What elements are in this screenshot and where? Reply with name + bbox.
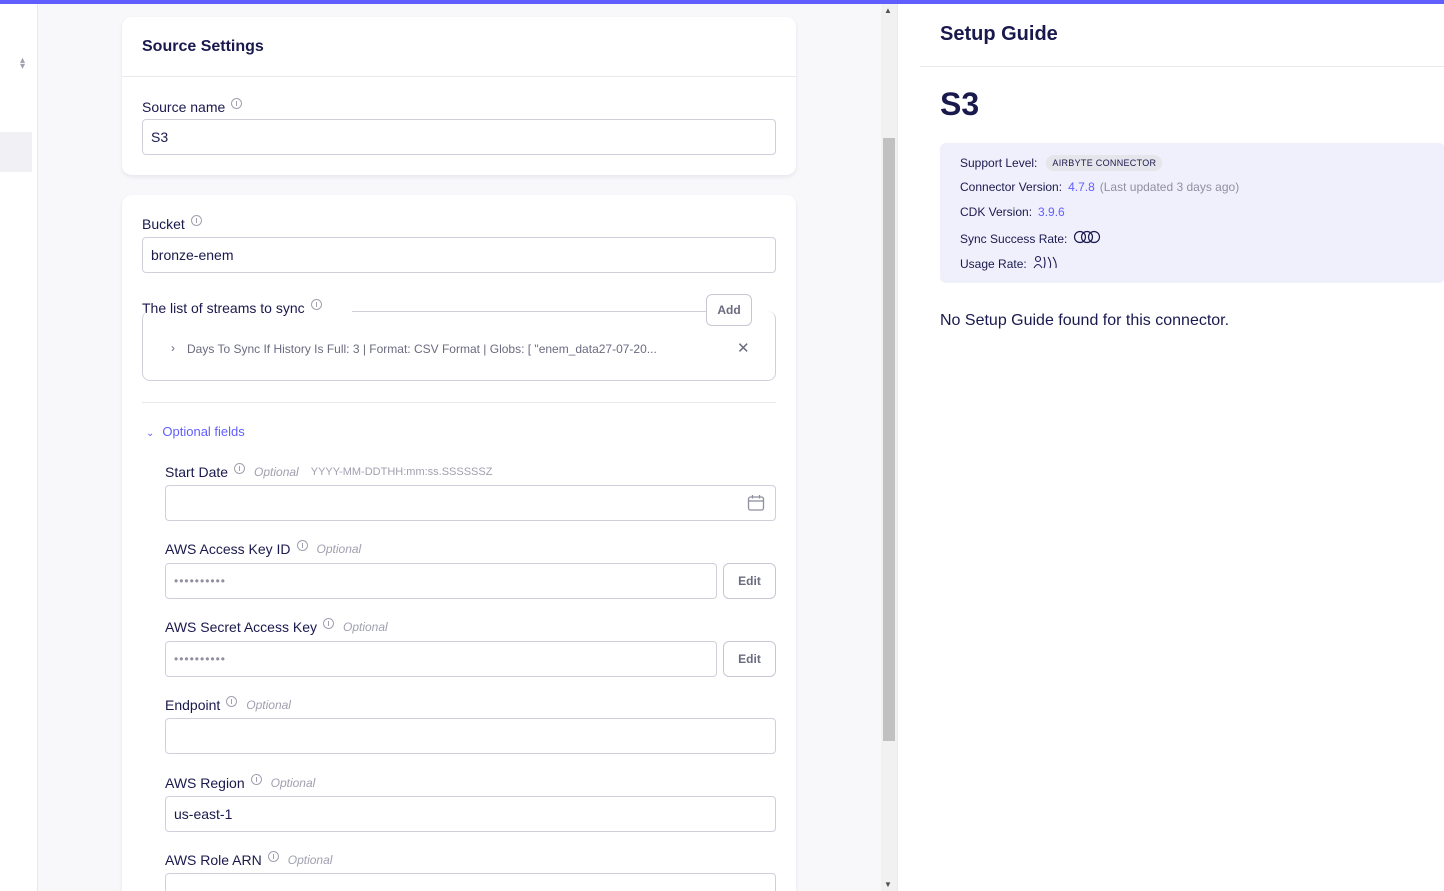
usage-rate-label: Usage Rate: [960,256,1027,271]
usage-rate-icon [1033,255,1059,272]
connector-info-box: Support Level: AIRBYTE CONNECTOR Connect… [940,143,1444,283]
info-icon[interactable] [190,214,202,226]
aws-access-key-label-row: AWS Access Key ID Optional [165,539,361,559]
source-name-label-row: Source name [142,97,776,117]
setup-guide-title: Setup Guide [940,23,1058,45]
chevron-right-icon[interactable]: › [171,341,175,355]
support-level-badge: AIRBYTE CONNECTOR [1046,155,1163,171]
info-icon[interactable] [250,773,262,785]
info-icon[interactable] [322,617,334,629]
info-icon[interactable] [267,850,279,862]
optional-tag: Optional [287,853,333,867]
info-icon[interactable] [226,695,238,707]
aws-role-arn-label: AWS Role ARN [165,852,262,868]
cdk-version-link[interactable]: 3.9.6 [1038,205,1065,219]
aws-secret-key-label: AWS Secret Access Key [165,619,317,635]
optional-tag: Optional [342,620,388,634]
endpoint-label: Endpoint [165,697,221,713]
info-icon[interactable] [231,97,243,109]
aws-access-key-label: AWS Access Key ID [165,541,291,557]
bucket-input[interactable]: bronze-enem [142,237,776,273]
start-date-format-hint: YYYY-MM-DDTHH:mm:ss.SSSSSSZ [310,466,493,478]
setup-guide-divider [920,66,1444,67]
source-form-area: Source Settings Source name S3 Bucket br… [38,4,881,891]
info-icon[interactable] [310,298,322,310]
edit-access-key-button[interactable]: Edit [723,563,776,599]
info-icon[interactable] [296,539,308,551]
cdk-version-label: CDK Version: [960,205,1033,219]
sidebar-active-item[interactable] [0,132,32,172]
support-level-label: Support Level: [960,156,1038,170]
connector-version-row: Connector Version: 4.7.8 (Last updated 3… [960,180,1239,194]
aws-role-arn-input[interactable] [165,873,776,891]
aws-region-label-row: AWS Region Optional [165,773,315,793]
aws-region-label: AWS Region [165,775,245,791]
close-icon[interactable]: ✕ [737,339,750,357]
optional-fields-toggle[interactable]: ⌄ Optional fields [146,424,245,439]
endpoint-label-row: Endpoint Optional [165,695,291,715]
start-date-label: Start Date [165,464,229,480]
connector-name-heading: S3 [940,86,980,122]
setup-guide-panel: Setup Guide S3 Support Level: AIRBYTE CO… [897,4,1444,891]
left-sidebar: ▴ ▾ [0,4,38,891]
stream-summary: Days To Sync If History Is Full: 3 | For… [187,342,657,356]
sync-success-rate-label: Sync Success Rate: [960,231,1068,246]
calendar-icon[interactable] [747,494,765,517]
bucket-label: Bucket [142,216,185,232]
source-name-label: Source name [142,99,226,115]
sync-success-rate-row: Sync Success Rate: [960,230,1101,247]
no-setup-guide-message: No Setup Guide found for this connector. [940,312,1230,329]
sync-success-rate-icon [1073,230,1101,247]
start-date-label-row: Start Date Optional YYYY-MM-DDTHH:mm:ss.… [165,462,492,482]
edit-secret-key-button[interactable]: Edit [723,641,776,677]
sort-updown-icon[interactable]: ▴ ▾ [20,56,25,72]
scrollbar-thumb[interactable] [883,138,895,741]
connector-version-label: Connector Version: [960,180,1063,194]
chevron-down-icon: ⌄ [146,428,155,439]
form-scrollbar[interactable]: ▲ ▼ [881,4,897,891]
source-settings-title: Source Settings [142,38,264,55]
source-settings-card: Source Settings Source name S3 [122,17,796,175]
support-level-row: Support Level: AIRBYTE CONNECTOR [960,155,1163,171]
aws-access-key-input[interactable]: •••••••••• [165,563,717,599]
scroll-up-arrow-icon[interactable]: ▲ [884,6,892,15]
bucket-label-row: Bucket [142,214,202,234]
optional-tag: Optional [246,698,291,712]
aws-role-arn-label-row: AWS Role ARN Optional [165,850,332,870]
card-header: Source Settings [122,17,796,77]
section-divider [142,402,776,403]
optional-tag: Optional [270,776,316,790]
scroll-down-arrow-icon[interactable]: ▼ [884,880,892,889]
source-name-input[interactable]: S3 [142,119,776,155]
stream-list-item[interactable]: › Days To Sync If History Is Full: 3 | F… [171,339,775,359]
optional-tag: Optional [254,465,299,479]
aws-secret-key-label-row: AWS Secret Access Key Optional [165,617,388,637]
aws-secret-key-input[interactable]: •••••••••• [165,641,717,677]
start-date-input[interactable] [165,485,776,521]
info-icon[interactable] [234,462,246,474]
optional-tag: Optional [316,542,362,556]
connector-version-link[interactable]: 4.7.8 [1068,180,1095,194]
connector-version-updated: (Last updated 3 days ago) [1099,180,1240,194]
aws-region-input[interactable]: us-east-1 [165,796,776,832]
usage-rate-row: Usage Rate: [960,255,1059,272]
endpoint-input[interactable] [165,718,776,754]
cdk-version-row: CDK Version: 3.9.6 [960,205,1065,219]
optional-fields-label: Optional fields [162,424,245,439]
